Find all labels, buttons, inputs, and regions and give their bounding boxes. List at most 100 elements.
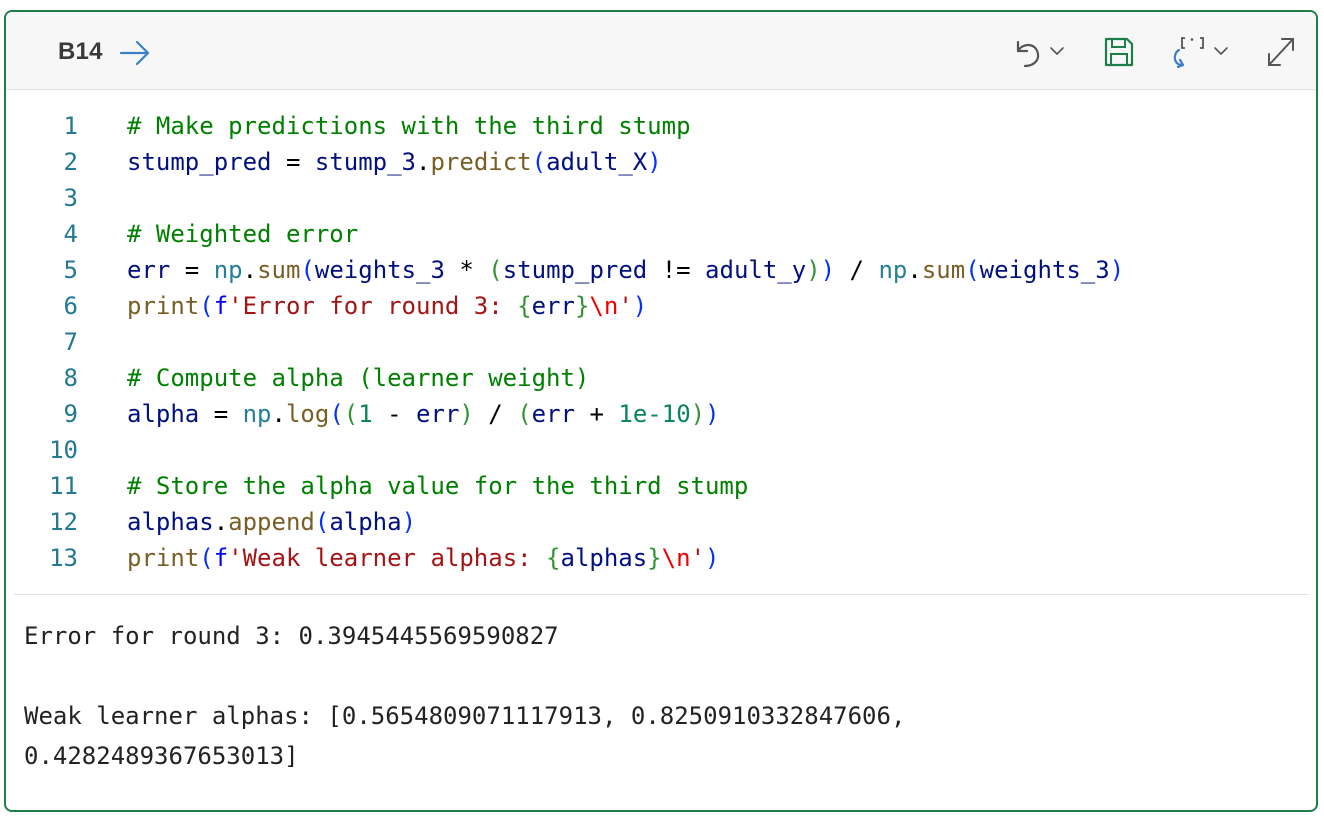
cell-header: B14: [6, 12, 1316, 90]
code-token: adult_X: [546, 148, 648, 176]
undo-icon[interactable]: [1010, 34, 1044, 70]
code-token: ': [690, 544, 706, 572]
code-token: alpha: [329, 508, 402, 536]
code-token: stump_3: [314, 148, 417, 176]
code-token: ): [1109, 256, 1125, 284]
code-token: (: [965, 256, 980, 284]
save-icon[interactable]: [1102, 34, 1136, 70]
code-token: =: [199, 400, 243, 428]
code-text: # Weighted error: [127, 216, 358, 252]
code-token: {: [517, 292, 532, 320]
code-token: .: [416, 148, 431, 176]
code-token: alphas: [560, 544, 648, 572]
code-token: # Compute alpha (learner weight): [127, 364, 590, 392]
code-token: ): [705, 544, 720, 572]
code-token: -: [372, 400, 417, 428]
refresh-icon[interactable]: [1170, 34, 1214, 70]
cell-output: Error for round 3: 0.3945445569590827 We…: [24, 616, 1298, 776]
code-line[interactable]: 11 # Store the alpha value for the third …: [6, 468, 1316, 504]
code-token: stump_pred: [502, 256, 648, 284]
code-line[interactable]: 9 alpha = np.log((1 - err) / (err + 1e-10…: [6, 396, 1316, 432]
line-number: 10: [49, 436, 78, 464]
code-token: err: [127, 256, 171, 284]
code-token: np: [242, 400, 272, 428]
code-line[interactable]: 13 print(f'Weak learner alphas: {alphas}\…: [6, 540, 1316, 576]
code-line[interactable]: 3: [6, 180, 1316, 216]
line-number: 3: [63, 184, 78, 212]
code-token: .: [271, 400, 286, 428]
code-token: (: [488, 256, 503, 284]
code-line[interactable]: 10: [6, 432, 1316, 468]
arrow-right-icon[interactable]: [118, 38, 152, 68]
line-number: 2: [63, 148, 78, 176]
code-token: {: [546, 544, 561, 572]
line-number: 8: [63, 364, 78, 392]
code-token: # Weighted error: [127, 220, 359, 248]
code-token: 1: [358, 400, 373, 428]
code-text: stump_pred = stump_3.predict(adult_X): [127, 144, 662, 180]
code-line[interactable]: 2 stump_pred = stump_3.predict(adult_X): [6, 144, 1316, 180]
code-text: # Store the alpha value for the third st…: [127, 468, 748, 504]
line-number: 7: [63, 328, 78, 356]
code-editor[interactable]: 1 # Make predictions with the third stump…: [6, 90, 1316, 594]
output-line: Error for round 3: 0.3945445569590827: [24, 622, 559, 650]
code-token: 'Weak learner alphas:: [228, 544, 547, 572]
chevron-down-icon[interactable]: [1212, 34, 1230, 70]
code-token: predict: [430, 148, 532, 176]
code-token: .: [242, 256, 258, 284]
code-token: (: [343, 400, 359, 428]
code-line[interactable]: 6 print(f'Error for round 3: {err}\n'): [6, 288, 1316, 324]
line-number: 4: [63, 220, 78, 248]
code-token: .: [213, 508, 229, 536]
code-token: adult_y: [705, 256, 807, 284]
line-number: 5: [63, 256, 78, 284]
code-token: /: [835, 256, 879, 284]
line-number: 13: [49, 544, 78, 572]
output-line: Weak learner alphas: [0.5654809071117913…: [24, 702, 906, 730]
code-token: =: [271, 148, 315, 176]
code-token: print: [127, 292, 200, 320]
code-token: alpha: [127, 400, 200, 428]
code-token: .: [907, 256, 922, 284]
code-line[interactable]: 8 # Compute alpha (learner weight): [6, 360, 1316, 396]
code-line[interactable]: 1 # Make predictions with the third stump: [6, 108, 1316, 144]
code-token: (: [314, 508, 330, 536]
code-token: =: [170, 256, 214, 284]
code-token: ): [632, 292, 648, 320]
code-token: alphas: [127, 508, 214, 536]
code-token: ': [618, 292, 633, 320]
code-token: f: [213, 544, 229, 572]
code-line[interactable]: 5 err = np.sum(weights_3 * (stump_pred !=…: [6, 252, 1316, 288]
code-token: }: [647, 544, 662, 572]
code-text: alphas.append(alpha): [127, 504, 416, 540]
code-line[interactable]: 4 # Weighted error: [6, 216, 1316, 252]
code-text: alpha = np.log((1 - err) / (err + 1e-10)…: [127, 396, 720, 432]
chevron-down-icon[interactable]: [1048, 34, 1066, 70]
code-token: (: [531, 148, 547, 176]
code-token: (: [300, 256, 315, 284]
code-token: ): [806, 256, 821, 284]
code-token: ): [401, 508, 417, 536]
code-token: *: [444, 256, 489, 284]
code-token: f: [213, 292, 229, 320]
output-divider: [14, 594, 1308, 595]
expand-icon[interactable]: [1264, 34, 1298, 70]
code-token: sum: [257, 256, 301, 284]
code-token: # Store the alpha value for the third st…: [127, 472, 749, 500]
code-text: print(f'Error for round 3: {err}\n'): [127, 288, 647, 324]
code-token: err: [416, 400, 460, 428]
code-text: print(f'Weak learner alphas: {alphas}\n'…: [127, 540, 719, 576]
code-token: stump_pred: [127, 148, 272, 176]
line-number: 6: [63, 292, 78, 320]
code-token: }: [574, 292, 590, 320]
code-text: err = np.sum(weights_3 * (stump_pred != …: [127, 252, 1124, 288]
line-number: 9: [63, 400, 78, 428]
code-token: sum: [921, 256, 966, 284]
code-token: append: [228, 508, 315, 536]
notebook-cell[interactable]: B14 1 # Make predictions with the third …: [4, 10, 1318, 812]
code-token: ): [705, 400, 720, 428]
code-line[interactable]: 7: [6, 324, 1316, 360]
code-token: ): [459, 400, 474, 428]
code-token: +: [575, 400, 619, 428]
code-line[interactable]: 12 alphas.append(alpha): [6, 504, 1316, 540]
